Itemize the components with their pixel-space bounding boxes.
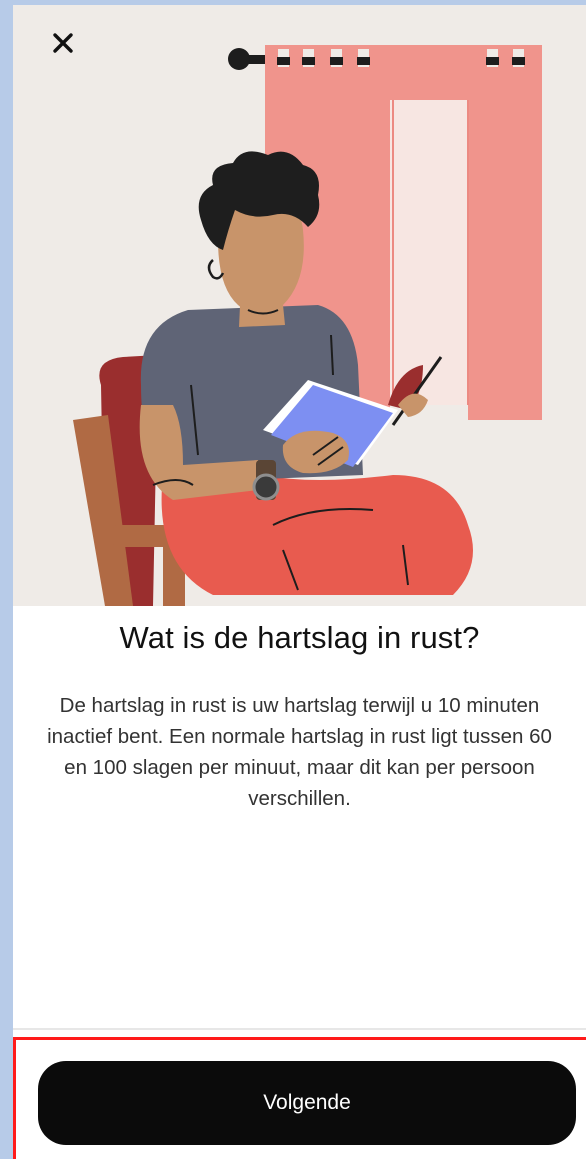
person-reading-illustration — [73, 45, 542, 606]
curtain-rod-end — [228, 48, 250, 70]
description-text: De hartslag in rust is uw hartslag terwi… — [47, 694, 552, 810]
page-title: Wat is de hartslag in rust? — [119, 620, 480, 655]
hero-illustration — [13, 5, 586, 606]
footer-divider — [13, 1028, 586, 1030]
window-panel — [385, 100, 470, 405]
close-icon — [53, 33, 73, 53]
next-button[interactable]: Volgende — [38, 1061, 576, 1145]
device-frame: Wat is de hartslag in rust? De hartslag … — [0, 0, 586, 1159]
curtain-right — [468, 45, 542, 420]
curtain-top — [385, 45, 470, 100]
resting-heart-rate-screen: Wat is de hartslag in rust? De hartslag … — [13, 5, 586, 1159]
watch-icon — [252, 473, 280, 501]
close-button[interactable] — [43, 23, 83, 63]
